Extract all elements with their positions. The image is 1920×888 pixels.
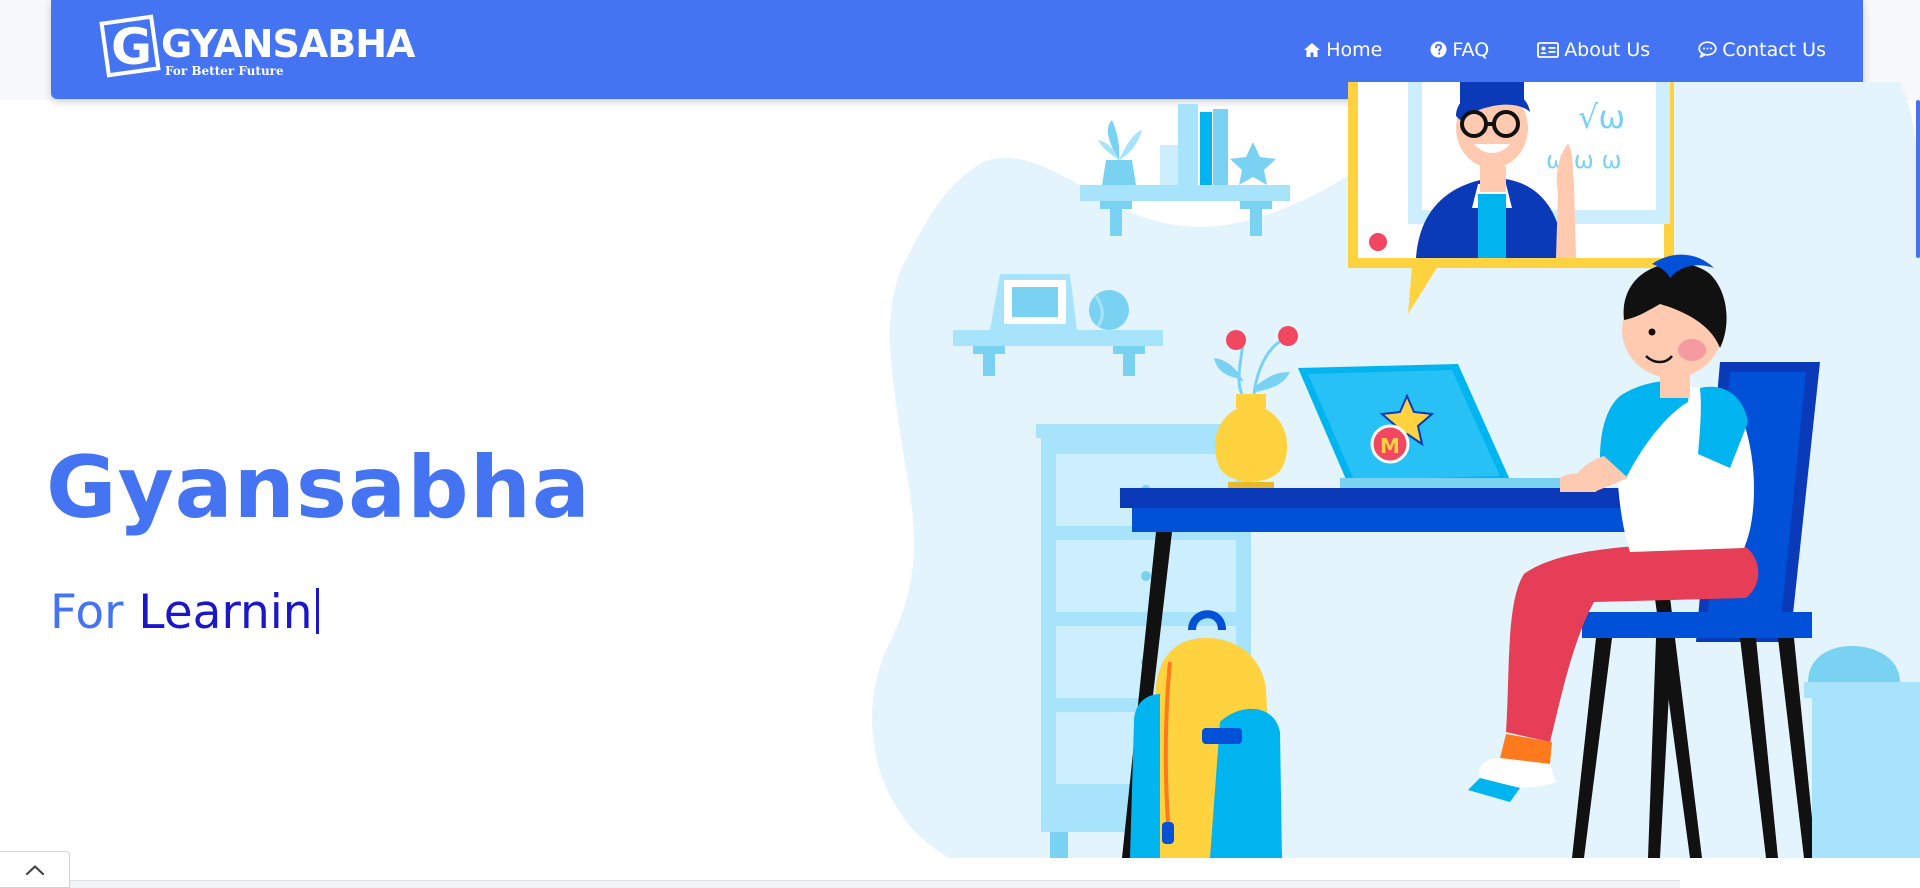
nav-label-faq: FAQ: [1452, 38, 1490, 61]
brand-tagline: For Better Future: [165, 64, 284, 78]
hero-typed-text: Learnin: [138, 585, 313, 640]
top-shelf: [1080, 104, 1290, 236]
logo-mark-letter: G: [111, 18, 152, 76]
hero-title: Gyansabha: [46, 438, 591, 538]
nav-label-about-us: About Us: [1564, 38, 1651, 61]
scroll-to-top-button[interactable]: [0, 851, 70, 888]
nav-item-contact-us[interactable]: Contact Us: [1698, 39, 1826, 61]
hero-subtitle: For Learnin: [50, 588, 319, 636]
id-card-icon: [1537, 41, 1560, 58]
board-formula: √ω: [1578, 98, 1625, 136]
brand-logo[interactable]: G GYANSABHA For Better Future: [99, 14, 415, 84]
brand-name: GYANSABHA: [161, 22, 415, 66]
nav-item-home[interactable]: Home: [1303, 39, 1382, 61]
bottom-edge-line: [70, 880, 1680, 888]
question-circle-icon: [1430, 41, 1447, 58]
board-scribble: ω ω ω: [1546, 146, 1622, 174]
logo-mark-icon: G: [99, 14, 161, 78]
typing-cursor: [315, 588, 319, 634]
hero-illustration: √ω ω ω ω M: [872, 82, 1920, 858]
nav-item-faq[interactable]: FAQ: [1430, 39, 1489, 61]
page: G GYANSABHA For Better Future Home FAQ A…: [0, 0, 1920, 888]
brand-text: GYANSABHA For Better Future: [161, 22, 415, 78]
chevron-up-icon: [25, 864, 44, 875]
laptop-sticker-letter: M: [1380, 434, 1400, 458]
hero-subtitle-prefix: For: [50, 585, 124, 640]
chat-bubble-icon: [1698, 41, 1717, 58]
page-scrollbar-thumb[interactable]: [1916, 100, 1920, 258]
nav-label-home: Home: [1326, 38, 1383, 61]
nav-label-contact-us: Contact Us: [1722, 38, 1826, 61]
home-icon: [1304, 42, 1321, 57]
nav-item-about-us[interactable]: About Us: [1537, 39, 1650, 61]
